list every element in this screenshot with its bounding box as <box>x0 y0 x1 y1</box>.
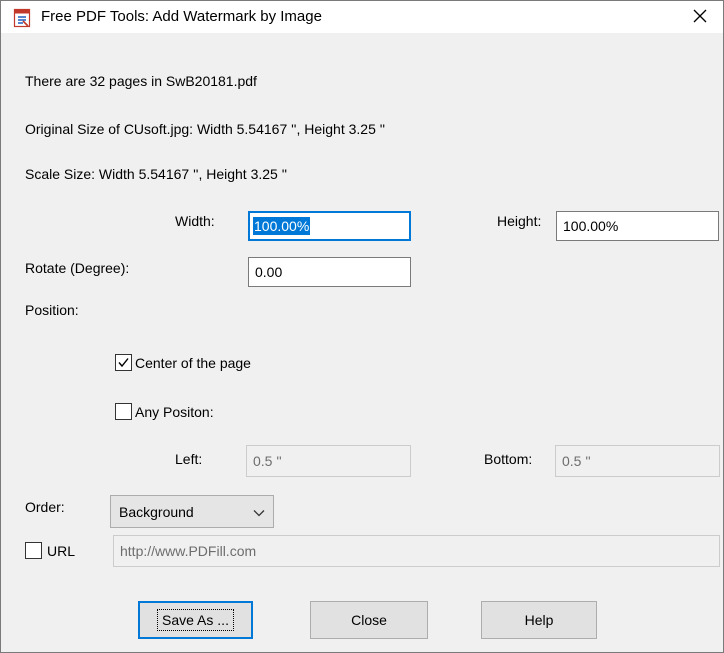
width-value: 100.00% <box>253 217 311 235</box>
close-icon <box>693 9 707 26</box>
url-label[interactable]: URL <box>47 543 75 559</box>
any-position-label[interactable]: Any Positon: <box>135 404 214 420</box>
order-selected-value: Background <box>119 503 194 520</box>
dialog-window: Free PDF Tools: Add Watermark by Image T… <box>0 0 724 653</box>
left-value: 0.5 '' <box>253 453 282 469</box>
chevron-down-icon <box>253 504 265 520</box>
page-count-text: There are 32 pages in SwB20181.pdf <box>25 73 257 89</box>
url-input[interactable]: http://www.PDFill.com <box>113 535 720 567</box>
rotate-input[interactable]: 0.00 <box>248 257 411 287</box>
save-as-button[interactable]: Save As ... <box>138 601 253 639</box>
position-label: Position: <box>25 302 79 318</box>
original-size-text: Original Size of CUsoft.jpg: Width 5.541… <box>25 121 386 137</box>
center-page-checkbox[interactable] <box>115 354 132 371</box>
left-label: Left: <box>175 451 203 467</box>
close-label: Close <box>351 612 387 628</box>
height-value: 100.00% <box>563 218 619 234</box>
order-select[interactable]: Background <box>110 495 274 528</box>
window-title: Free PDF Tools: Add Watermark by Image <box>41 8 322 25</box>
help-button[interactable]: Help <box>481 601 597 639</box>
bottom-label: Bottom: <box>484 451 533 467</box>
scale-size-text: Scale Size: Width 5.54167 '', Height 3.2… <box>25 166 288 182</box>
rotate-value: 0.00 <box>255 264 283 280</box>
rotate-label: Rotate (Degree): <box>25 260 130 276</box>
left-input[interactable]: 0.5 '' <box>246 445 411 477</box>
url-checkbox[interactable] <box>25 542 42 559</box>
close-window-button[interactable] <box>677 1 723 33</box>
url-value: http://www.PDFill.com <box>120 543 257 559</box>
any-position-checkbox[interactable] <box>115 403 132 420</box>
checkmark-icon <box>118 358 129 368</box>
pdf-app-icon <box>12 8 32 28</box>
bottom-input[interactable]: 0.5 '' <box>555 445 720 477</box>
help-label: Help <box>524 612 554 628</box>
center-page-label[interactable]: Center of the page <box>135 355 251 371</box>
bottom-value: 0.5 '' <box>562 453 591 469</box>
title-bar: Free PDF Tools: Add Watermark by Image <box>1 1 723 33</box>
save-as-label: Save As ... <box>157 609 234 631</box>
height-input[interactable]: 100.00% <box>556 211 719 241</box>
height-label: Height: <box>497 213 542 229</box>
order-label: Order: <box>25 499 65 515</box>
width-label: Width: <box>175 213 215 229</box>
close-button[interactable]: Close <box>310 601 428 639</box>
width-input[interactable]: 100.00% <box>248 211 411 241</box>
